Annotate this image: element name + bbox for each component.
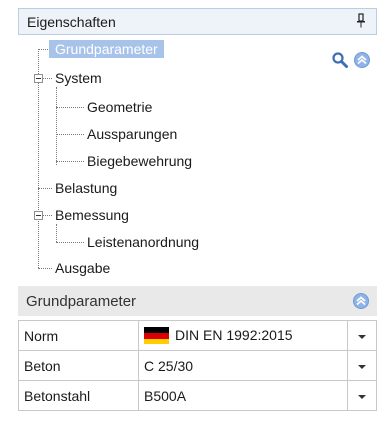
tree-item-grundparameter[interactable]: Grundparameter bbox=[49, 40, 164, 58]
collapse-up-icon[interactable] bbox=[353, 51, 371, 69]
tree-line bbox=[56, 242, 84, 243]
tree-line bbox=[56, 134, 84, 135]
norm-dropdown-button[interactable] bbox=[347, 320, 377, 351]
property-grid: Norm DIN EN 1992:2015 Beton C 25/30 Beto… bbox=[18, 320, 377, 411]
property-key-norm: Norm bbox=[18, 320, 139, 351]
properties-panel-header: Eigenschaften bbox=[18, 8, 377, 35]
tree-item-geometrie[interactable]: Geometrie bbox=[87, 98, 152, 116]
section-header-grundparameter: Grundparameter bbox=[18, 286, 377, 316]
tree-item-leistenanordnung[interactable]: Leistenanordnung bbox=[87, 233, 199, 251]
tree-line bbox=[38, 188, 52, 189]
property-value-beton[interactable]: C 25/30 bbox=[138, 350, 348, 381]
beton-dropdown-button[interactable] bbox=[347, 350, 377, 381]
norm-value: DIN EN 1992:2015 bbox=[175, 326, 293, 343]
germany-flag-icon bbox=[144, 327, 169, 345]
table-row: Norm DIN EN 1992:2015 bbox=[18, 320, 377, 351]
section-title: Grundparameter bbox=[26, 293, 137, 310]
tree-line bbox=[43, 78, 52, 79]
collapse-bemessung-icon[interactable] bbox=[34, 211, 43, 220]
tree-line bbox=[56, 87, 57, 165]
tree-line bbox=[38, 268, 52, 269]
tree-line bbox=[56, 224, 57, 242]
tree-item-bemessung[interactable]: Bemessung bbox=[55, 206, 129, 224]
betonstahl-dropdown-button[interactable] bbox=[347, 380, 377, 411]
tree-line bbox=[43, 215, 52, 216]
tree-line bbox=[56, 161, 84, 162]
property-value-betonstahl[interactable]: B500A bbox=[138, 380, 348, 411]
pin-icon[interactable] bbox=[356, 13, 366, 29]
table-row: Beton C 25/30 bbox=[18, 350, 377, 381]
collapse-system-icon[interactable] bbox=[34, 74, 43, 83]
chevron-down-icon bbox=[358, 334, 366, 339]
tree-item-aussparungen[interactable]: Aussparungen bbox=[87, 125, 177, 143]
tree-line bbox=[56, 107, 84, 108]
property-value-norm[interactable]: DIN EN 1992:2015 bbox=[138, 320, 348, 351]
panel-title: Eigenschaften bbox=[27, 14, 116, 30]
tree-item-belastung[interactable]: Belastung bbox=[55, 179, 117, 197]
chevron-down-icon bbox=[358, 364, 366, 369]
tree-item-ausgabe[interactable]: Ausgabe bbox=[55, 259, 110, 277]
chevron-down-icon bbox=[358, 394, 366, 399]
property-key-beton: Beton bbox=[18, 350, 139, 381]
tree-item-biegebewehrung[interactable]: Biegebewehrung bbox=[87, 152, 192, 170]
collapse-up-icon[interactable] bbox=[352, 292, 370, 310]
property-key-betonstahl: Betonstahl bbox=[18, 380, 139, 411]
tree-item-system[interactable]: System bbox=[55, 69, 102, 87]
table-row: Betonstahl B500A bbox=[18, 380, 377, 411]
navigation-tree: Grundparameter System Geometrie Aussparu… bbox=[0, 35, 387, 280]
search-icon[interactable] bbox=[331, 51, 349, 69]
